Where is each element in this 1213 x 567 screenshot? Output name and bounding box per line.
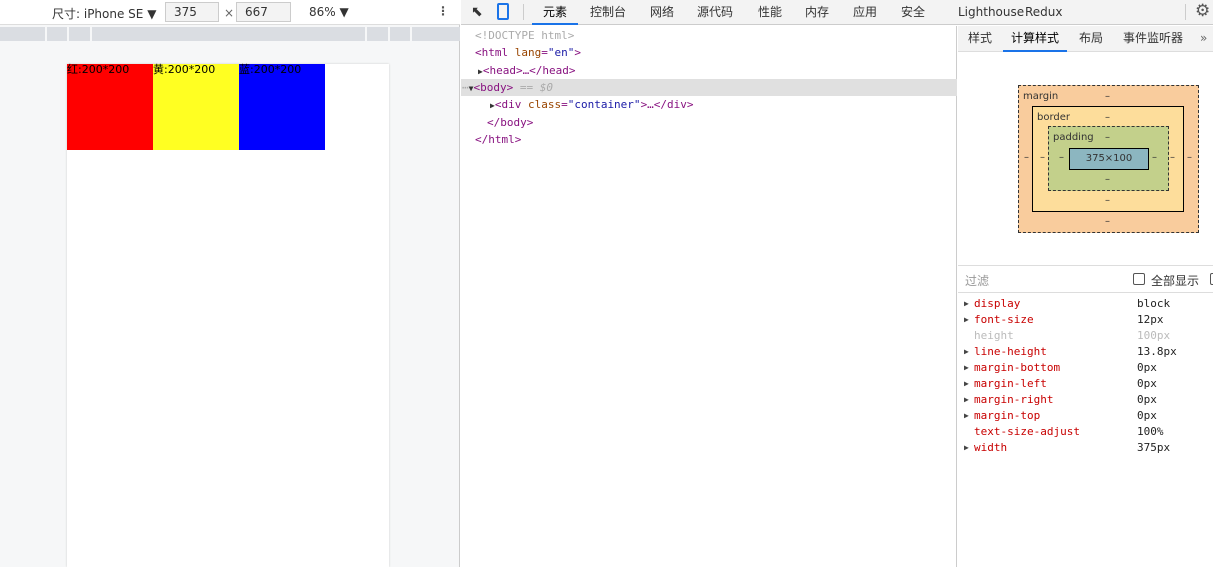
property-value: block — [1137, 297, 1171, 310]
computed-property-text-size-adjust[interactable]: text-size-adjust 100% — [958, 424, 1213, 440]
tab-event-listeners[interactable]: 事件监听器 — [1123, 26, 1183, 52]
property-name: margin-right — [974, 393, 1054, 406]
property-name: margin-top — [974, 409, 1041, 422]
computed-property-margin-left[interactable]: ▶ margin-left 0px — [958, 376, 1213, 392]
expand-triangle-icon[interactable]: ▶ — [964, 440, 969, 456]
property-value: 12px — [1137, 313, 1164, 326]
expand-triangle-icon[interactable]: ▶ — [964, 376, 969, 392]
times-sign: × — [224, 6, 235, 20]
filter-input[interactable]: 过滤 — [965, 272, 989, 289]
tab-redux[interactable]: Redux — [1025, 0, 1063, 25]
device-toggle-icon[interactable] — [497, 3, 509, 20]
dom-tree: <!DOCTYPE html> <html lang="en"> ▶<head>… — [461, 26, 957, 567]
width-input[interactable]: 375 — [165, 2, 219, 22]
blue-box: 蓝:200*200 — [239, 64, 325, 150]
box-model-margin[interactable]: margin – – – – border – – – – padding – … — [1018, 85, 1199, 233]
computed-property-width[interactable]: ▶ width 375px — [958, 440, 1213, 456]
tab-security[interactable]: 安全 — [901, 0, 925, 25]
body-close-node: </body> — [487, 116, 534, 129]
property-value: 0px — [1137, 409, 1157, 422]
html-node[interactable]: <html lang="en"> — [461, 44, 957, 61]
property-name: margin-left — [974, 377, 1047, 390]
device-viewport: 红:200*200 黄:200*200 蓝:200*200 — [67, 64, 389, 567]
box-model-border[interactable]: border – – – – padding – – – – 375×100 — [1032, 106, 1184, 212]
html-close-node: </html> — [475, 133, 522, 146]
property-name: margin-bottom — [974, 361, 1061, 374]
tab-sources[interactable]: 源代码 — [697, 0, 733, 25]
body-node-selected[interactable]: ⋯▼<body> == $0 — [461, 79, 957, 96]
computed-property-font-size[interactable]: ▶ font-size 12px — [958, 312, 1213, 328]
property-name: line-height — [974, 345, 1047, 358]
doctype-node[interactable]: <!DOCTYPE html> — [461, 27, 957, 44]
property-name: width — [974, 441, 1008, 454]
div-container-node[interactable]: ▶<div class="container">…</div> — [461, 96, 957, 113]
property-value: 100% — [1137, 425, 1164, 438]
tab-application[interactable]: 应用 — [853, 0, 877, 25]
property-value: 375px — [1137, 441, 1171, 454]
tab-console[interactable]: 控制台 — [590, 0, 626, 25]
computed-property-margin-bottom[interactable]: ▶ margin-bottom 0px — [958, 360, 1213, 376]
device-select[interactable]: 尺寸: iPhone SE ▼ — [52, 5, 156, 22]
expand-triangle-icon[interactable]: ▶ — [964, 392, 969, 408]
box-model-content[interactable]: 375×100 — [1069, 148, 1149, 170]
computed-property-margin-right[interactable]: ▶ margin-right 0px — [958, 392, 1213, 408]
media-query-bar[interactable] — [0, 27, 460, 41]
head-node[interactable]: ▶<head>…</head> — [461, 62, 957, 79]
property-value: 13.8px — [1137, 345, 1177, 358]
tab-memory[interactable]: 内存 — [805, 0, 829, 25]
property-value: 100px — [1137, 329, 1171, 342]
device-toolbar: 尺寸: iPhone SE ▼ 375 × 667 86% ▼ ⋮ — [0, 0, 460, 25]
devtools-tabbar: ⬉ 元素 控制台 网络 源代码 性能 内存 应用 安全 Lighthouse R… — [461, 0, 1213, 25]
tab-computed[interactable]: 计算样式 — [1003, 26, 1068, 52]
tab-performance[interactable]: 性能 — [758, 0, 782, 25]
more-options-icon[interactable]: ⋮ — [437, 4, 449, 18]
expand-triangle-icon[interactable]: ▶ — [964, 360, 969, 376]
expand-triangle-icon[interactable]: ▶ — [964, 408, 969, 424]
device-preview-pane: 尺寸: iPhone SE ▼ 375 × 667 86% ▼ ⋮ 红:200*… — [0, 0, 460, 567]
red-box: 红:200*200 — [67, 64, 153, 150]
property-name: display — [974, 297, 1021, 310]
computed-property-display[interactable]: ▶ display block — [958, 296, 1213, 312]
expand-triangle-icon[interactable]: ▶ — [964, 344, 969, 360]
yellow-box: 黄:200*200 — [153, 64, 239, 150]
more-tabs-icon[interactable]: » — [1200, 26, 1207, 52]
tab-layout[interactable]: 布局 — [1079, 26, 1103, 52]
height-input[interactable]: 667 — [236, 2, 291, 22]
box-model-padding[interactable]: padding – – – – 375×100 — [1048, 126, 1169, 191]
inspect-element-icon[interactable]: ⬉ — [471, 4, 483, 20]
settings-gear-icon[interactable]: ⚙ — [1195, 1, 1210, 21]
expand-triangle-icon[interactable]: ▶ — [964, 312, 969, 328]
zoom-select[interactable]: 86% ▼ — [309, 5, 349, 19]
property-value: 0px — [1137, 393, 1157, 406]
show-all-checkbox[interactable] — [1133, 273, 1145, 285]
tab-elements[interactable]: 元素 — [532, 0, 578, 25]
computed-property-height[interactable]: height 100px — [958, 328, 1213, 344]
tab-lighthouse[interactable]: Lighthouse — [958, 0, 1024, 25]
computed-property-margin-top[interactable]: ▶ margin-top 0px — [958, 408, 1213, 424]
tab-styles[interactable]: 样式 — [968, 26, 992, 52]
property-name: font-size — [974, 313, 1034, 326]
sidebar-pane: 样式 计算样式 布局 事件监听器 » margin – – – – border… — [958, 26, 1213, 567]
expand-triangle-icon[interactable]: ▶ — [964, 296, 969, 312]
property-name: text-size-adjust — [974, 425, 1080, 438]
property-name: height — [974, 329, 1014, 342]
property-value: 0px — [1137, 377, 1157, 390]
property-value: 0px — [1137, 361, 1157, 374]
tab-network[interactable]: 网络 — [650, 0, 674, 25]
show-all-label: 全部显示 — [1151, 274, 1200, 288]
computed-property-line-height[interactable]: ▶ line-height 13.8px — [958, 344, 1213, 360]
